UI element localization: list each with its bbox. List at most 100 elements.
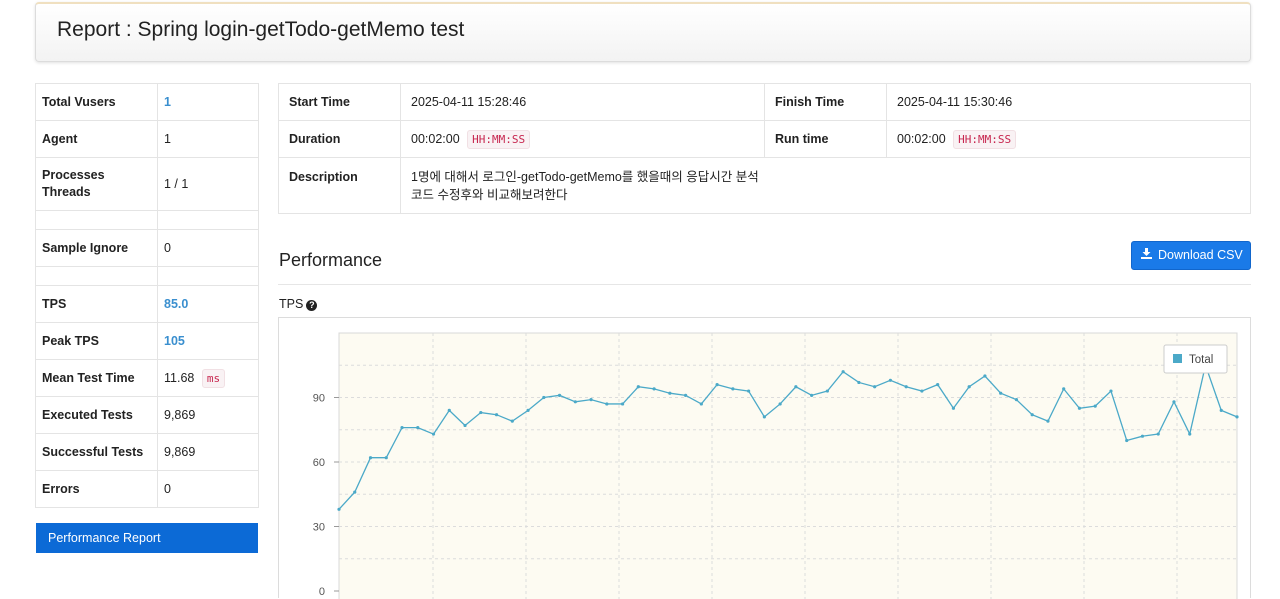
tps-label: TPS — [35, 285, 158, 323]
finish-time-value: 2025-04-11 15:30:46 — [886, 83, 1251, 121]
peak-tps-label: Peak TPS — [35, 322, 158, 360]
data-point — [384, 456, 388, 460]
summary-row-processes-threads: Processes Threads 1 / 1 — [35, 157, 259, 211]
start-time-label: Start Time — [278, 83, 401, 121]
summary-row-successful-tests: Successful Tests 9,869 — [35, 433, 259, 471]
description-line-1: 1명에 대해서 로그인-getTodo-getMemo를 했을때의 응답시간 분… — [411, 170, 759, 184]
executed-tests-value: 9,869 — [157, 396, 259, 434]
processes-label: Processes — [42, 168, 105, 182]
data-point — [400, 426, 404, 430]
data-point — [1235, 415, 1239, 419]
y-tick-label: 60 — [313, 457, 325, 469]
download-csv-button[interactable]: Download CSV — [1131, 241, 1251, 270]
executed-tests-label: Executed Tests — [35, 396, 158, 434]
data-point — [699, 402, 703, 406]
peak-tps-value: 105 — [157, 322, 259, 360]
data-point — [999, 391, 1003, 395]
data-point — [841, 370, 845, 374]
run-time-value: 00:02:00 — [897, 131, 946, 146]
summary-row-executed-tests: Executed Tests 9,869 — [35, 396, 259, 434]
processes-threads-label: Processes Threads — [35, 157, 158, 211]
data-point — [747, 389, 751, 393]
data-point — [904, 385, 908, 389]
agent-label: Agent — [35, 120, 158, 158]
data-point — [810, 393, 814, 397]
duration-label: Duration — [278, 120, 401, 158]
data-point — [1093, 404, 1097, 408]
data-point — [794, 385, 798, 389]
data-point — [510, 419, 514, 423]
y-tick-label: 90 — [313, 393, 325, 405]
tps-chart-svg: 0 30 60 90 Total — [313, 332, 1239, 599]
data-point — [1109, 389, 1113, 393]
report-header: Report : Spring login-getTodo-getMemo te… — [35, 2, 1251, 62]
data-point — [494, 413, 499, 417]
data-point — [1046, 419, 1050, 423]
data-point — [1188, 432, 1192, 436]
duration-value: 00:02:00 — [411, 131, 460, 146]
test-info-table: Start Time 2025-04-11 15:28:46 Finish Ti… — [278, 83, 1251, 214]
data-point — [620, 402, 625, 406]
legend-label: Total — [1189, 354, 1213, 366]
successful-tests-label: Successful Tests — [35, 433, 158, 471]
performance-report-button[interactable]: Performance Report — [36, 523, 258, 553]
data-point — [416, 426, 420, 430]
total-vusers-label: Total Vusers — [35, 83, 158, 121]
data-point — [715, 383, 719, 387]
performance-section-title: Performance — [279, 250, 383, 270]
data-point — [573, 400, 577, 404]
summary-row-peak-tps: Peak TPS 105 — [35, 322, 259, 360]
data-point — [1140, 434, 1145, 438]
info-row-times: Start Time 2025-04-11 15:28:46 Finish Ti… — [278, 83, 1251, 121]
sample-ignore-label: Sample Ignore — [35, 229, 158, 267]
download-icon — [1141, 242, 1152, 269]
data-point — [762, 415, 766, 419]
start-time-value: 2025-04-11 15:28:46 — [400, 83, 765, 121]
total-vusers-value: 1 — [157, 83, 259, 121]
data-point — [1156, 432, 1160, 436]
duration-format-badge: HH:MM:SS — [467, 129, 531, 149]
data-point — [479, 410, 483, 415]
page-title: Report : Spring login-getTodo-getMemo te… — [57, 18, 465, 41]
description-label: Description — [278, 157, 401, 214]
download-csv-label: Download CSV — [1158, 248, 1243, 262]
data-point — [731, 387, 735, 391]
data-point — [1062, 387, 1066, 391]
agent-value: 1 — [157, 120, 259, 158]
data-point — [857, 380, 861, 385]
data-point — [526, 408, 530, 412]
section-divider — [278, 284, 1251, 285]
y-tick-label: 0 — [319, 586, 325, 598]
mean-test-time-unit-badge: ms — [201, 368, 226, 388]
description-line-2: 코드 수정후와 비교해보려한다 — [411, 188, 568, 202]
data-point — [1014, 398, 1019, 402]
info-row-description: Description 1명에 대해서 로그인-getTodo-getMemo를… — [278, 157, 1251, 214]
data-point — [337, 507, 341, 511]
info-row-durations: Duration 00:02:00 HH:MM:SS Run time 00:0… — [278, 120, 1251, 158]
data-point — [683, 393, 688, 397]
data-point — [1219, 408, 1223, 412]
summary-row-total-vusers: Total Vusers 1 — [35, 83, 259, 121]
tps-chart-label-text: TPS — [279, 297, 304, 311]
data-point — [951, 406, 956, 410]
errors-value: 0 — [157, 470, 259, 508]
finish-time-label: Finish Time — [764, 83, 887, 121]
data-point — [920, 389, 924, 393]
summary-spacer-row — [35, 266, 259, 286]
data-point — [967, 385, 971, 389]
tps-chart: 0 30 60 90 Total — [278, 317, 1251, 599]
successful-tests-value: 9,869 — [157, 433, 259, 471]
data-point — [431, 432, 436, 436]
summary-table: Total Vusers 1 Agent 1 Processes Threads… — [35, 83, 259, 508]
summary-row-tps: TPS 85.0 — [35, 285, 259, 323]
data-point — [463, 423, 467, 428]
mean-test-time-label: Mean Test Time — [35, 359, 158, 397]
run-time-label: Run time — [764, 120, 887, 158]
run-time-format-badge: HH:MM:SS — [953, 129, 1017, 149]
data-point — [873, 385, 877, 389]
data-point — [825, 389, 829, 393]
summary-spacer-row — [35, 210, 259, 230]
data-point — [605, 402, 609, 406]
tps-value: 85.0 — [157, 285, 259, 323]
help-icon[interactable]: ? — [306, 300, 318, 311]
